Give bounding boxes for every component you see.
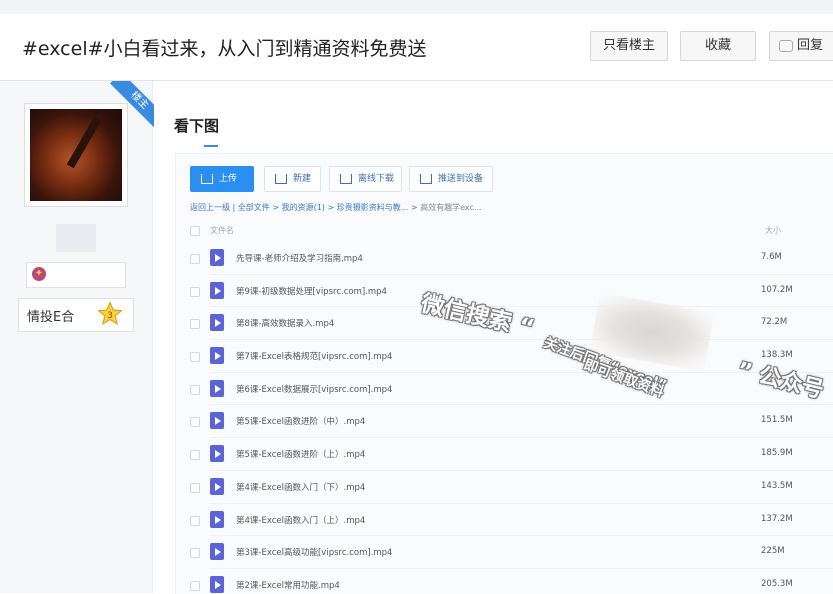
row-checkbox [190, 482, 200, 493]
post-heading: 看下图 [174, 117, 220, 135]
file-name: 第5课-Excel函数进阶（中）.mp4 [236, 417, 366, 428]
badge-icon: ✦ [32, 267, 46, 281]
thread-header: #excel#小白看过来，从入门到精通资料免费送 只看楼主 收藏 回复 [0, 14, 833, 81]
file-list: 先导课-老师介绍及学习指南.mp4 7.6M 第9课-初级数据处理[vipsrc.c… [176, 242, 833, 594]
file-size: 107.2M [761, 284, 793, 295]
file-name: 第7课-Excel表格规范[vipsrc.com].mp4 [236, 352, 393, 363]
file-name: 第4课-Excel函数入门（下）.mp4 [236, 482, 366, 493]
reply-button[interactable]: 回复 [769, 31, 833, 61]
fan-group[interactable]: 情投E合 3 [18, 298, 134, 332]
file-name: 第3课-Excel高级功能[vipsrc.com].mp4 [236, 548, 393, 559]
video-file-icon [210, 575, 224, 593]
reply-icon [779, 39, 793, 52]
file-size: 143.5M [761, 480, 793, 491]
row-checkbox [190, 286, 200, 297]
new-folder-button: 新建 [264, 166, 321, 192]
only-op-button[interactable]: 只看楼主 [590, 31, 668, 61]
op-ribbon-label: 楼主 [110, 81, 154, 127]
row-checkbox [190, 352, 200, 363]
column-size: 大小 [765, 226, 781, 235]
row-checkbox [190, 254, 200, 264]
row-checkbox [190, 515, 200, 526]
upload-icon [201, 173, 213, 184]
top-strip [0, 0, 833, 14]
fan-group-name: 情投E合 [27, 310, 75, 325]
file-row: 第2课-Excel常用功能.mp4 205.3M [176, 569, 833, 594]
video-file-icon [210, 543, 224, 561]
file-size: 151.5M [761, 415, 793, 426]
download-icon [340, 173, 352, 184]
thread-title: #excel#小白看过来，从入门到精通资料免费送 [22, 38, 427, 60]
file-row: 第4课-Excel函数入门（下）.mp4 143.5M [176, 471, 833, 504]
reply-label: 回复 [797, 38, 824, 53]
author-name-blurred[interactable] [56, 224, 96, 252]
file-row: 第5课-Excel函数进阶（上）.mp4 185.9M [176, 438, 833, 471]
video-file-icon [210, 510, 224, 528]
file-name: 第5课-Excel函数进阶（上）.mp4 [236, 450, 366, 461]
file-size: 137.2M [761, 513, 793, 524]
video-file-icon [210, 445, 224, 463]
file-name: 先导课-老师介绍及学习指南.mp4 [236, 254, 363, 264]
heading-underline [204, 145, 218, 147]
file-name: 第4课-Excel函数入门（上）.mp4 [236, 515, 366, 526]
video-file-icon [210, 412, 224, 430]
push-device-button: 推送到设备 [409, 166, 493, 192]
embedded-screenshot[interactable]: 上传 新建 离线下载 推送到设备 返回上一级 | 全部文件 > 我的资源(1) … [175, 153, 833, 594]
column-name: 文件名 [210, 226, 234, 235]
file-size: 225M [761, 546, 785, 557]
author-sidebar: 楼主 ✦ 情投E合 3 [0, 81, 154, 593]
video-file-icon [210, 347, 224, 365]
row-checkbox [190, 417, 200, 428]
row-checkbox [190, 580, 200, 591]
video-file-icon [210, 249, 224, 266]
select-all-checkbox [190, 226, 200, 236]
file-size: 205.3M [761, 578, 793, 589]
level-star-icon: 3 [97, 301, 123, 326]
post-content: 看下图 上传 新建 离线下载 推送到设备 返回上一级 | 全部文件 > 我的资源… [152, 81, 833, 594]
op-ribbon: 楼主 [104, 81, 154, 127]
file-row: 第5课-Excel函数进阶（中）.mp4 151.5M [176, 405, 833, 439]
favorite-button[interactable]: 收藏 [680, 31, 756, 61]
row-checkbox [190, 548, 200, 559]
file-row: 第3课-Excel高级功能[vipsrc.com].mp4 225M [176, 536, 833, 569]
row-checkbox [190, 384, 200, 395]
file-size: 185.9M [761, 448, 793, 459]
offline-download-button: 离线下载 [329, 166, 402, 192]
level-number: 3 [107, 311, 113, 321]
device-icon [420, 173, 432, 184]
file-row: 第4课-Excel函数入门（上）.mp4 137.2M [176, 504, 833, 537]
video-file-icon [210, 477, 224, 495]
breadcrumb: 返回上一级 | 全部文件 > 我的资源(1) > 珍贵摄影资料与教... > 高… [190, 203, 482, 212]
file-size: 7.6M [761, 252, 782, 262]
video-file-icon [210, 314, 224, 332]
file-row: 先导课-老师介绍及学习指南.mp4 7.6M [176, 242, 833, 275]
file-row: 第7课-Excel表格规范[vipsrc.com].mp4 138.3M [176, 340, 833, 373]
video-file-icon [210, 379, 224, 397]
file-size: 72.2M [761, 317, 788, 328]
row-checkbox [190, 319, 200, 330]
file-name: 第2课-Excel常用功能.mp4 [236, 580, 340, 591]
upload-button: 上传 [190, 166, 254, 192]
file-name: 第6课-Excel数据展示[vipsrc.com].mp4 [236, 384, 393, 395]
video-file-icon [210, 281, 224, 299]
user-badge[interactable]: ✦ [26, 262, 126, 288]
file-name: 第9课-初级数据处理[vipsrc.com].mp4 [236, 286, 387, 297]
new-folder-icon [275, 173, 287, 184]
row-checkbox [190, 450, 200, 461]
file-name: 第8课-高效数据录入.mp4 [236, 319, 335, 330]
